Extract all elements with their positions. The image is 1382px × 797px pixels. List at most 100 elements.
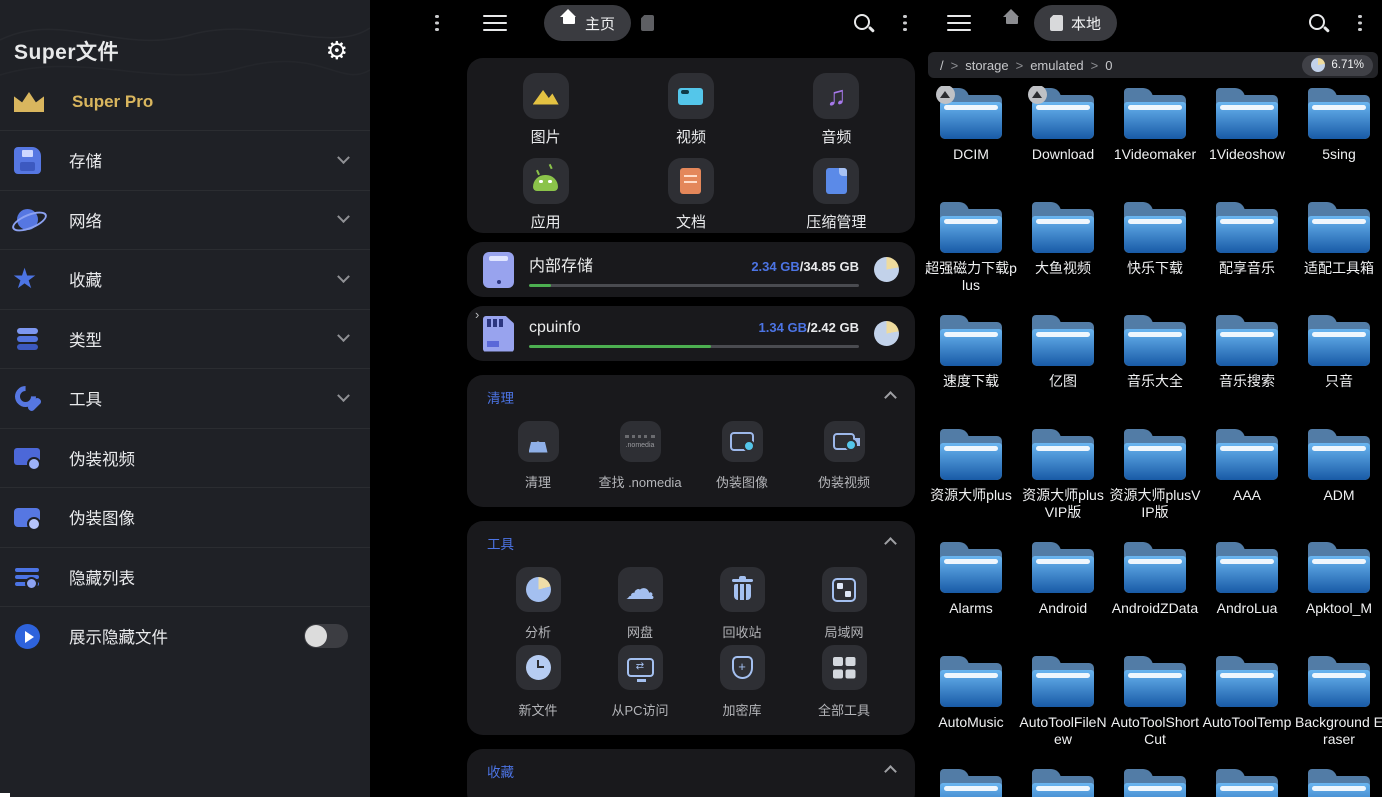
search-icon[interactable] <box>1308 13 1328 33</box>
collapse-chevron-icon[interactable] <box>884 765 897 778</box>
folder-item[interactable]: 速度下载 <box>925 315 1017 429</box>
category-item[interactable]: 音频 <box>764 73 909 149</box>
menu-burger-icon[interactable] <box>947 15 971 32</box>
show-hidden-toggle[interactable] <box>304 624 348 648</box>
breadcrumb-segment[interactable]: storage <box>965 58 1008 73</box>
folder-item[interactable]: 亿图 <box>1017 315 1109 429</box>
folder-item[interactable]: Alarms <box>925 542 1017 656</box>
tool-item[interactable]: 网盘 <box>589 567 691 641</box>
folder-item[interactable]: 快乐下载 <box>1109 202 1201 316</box>
folder-icon <box>1030 656 1096 709</box>
folder-item[interactable]: 配享音乐 <box>1201 202 1293 316</box>
menu-burger-icon[interactable] <box>483 15 507 32</box>
folder-item[interactable]: 大鱼视频 <box>1017 202 1109 316</box>
usage-badge[interactable]: 6.71% <box>1302 55 1373 76</box>
tool-item[interactable]: 加密库 <box>691 645 793 719</box>
folder-item[interactable]: ADM <box>1293 429 1382 543</box>
folder-icon <box>1214 315 1280 368</box>
clean-tool-item[interactable]: 清理 <box>487 421 589 491</box>
clean-tool-item[interactable]: 伪装视频 <box>793 421 895 491</box>
device-icon <box>483 316 514 352</box>
folder-name: ADM <box>1293 487 1382 505</box>
collapse-chevron-icon[interactable] <box>884 391 897 404</box>
clean-tool-item[interactable]: .nomedia 查找 .nomedia <box>589 421 691 491</box>
sidebar-item[interactable]: 伪装视频 <box>0 428 370 488</box>
sidebar-item[interactable]: 隐藏列表 <box>0 547 370 607</box>
category-icon <box>523 73 569 119</box>
toggle-knob <box>305 625 327 647</box>
tool-item[interactable]: 局域网 <box>793 567 895 641</box>
folder-item[interactable]: AutoToolShortCut <box>1109 656 1201 770</box>
pie-chart-icon[interactable] <box>874 321 899 346</box>
tool-item[interactable]: 新文件 <box>487 645 589 719</box>
sidebar-item[interactable]: 收藏 <box>0 249 370 309</box>
sidebar-item-label: 网络 <box>69 208 311 232</box>
folder-item[interactable]: 超强磁力下载plus <box>925 202 1017 316</box>
folder-item[interactable]: Background Eraser <box>1293 656 1382 770</box>
category-item[interactable]: 压缩管理 <box>764 158 909 234</box>
folder-item[interactable]: 1Videomaker <box>1109 88 1201 202</box>
folder-item[interactable]: 1Videoshow <box>1201 88 1293 202</box>
storage-card[interactable]: › cpuinfo 1.34 GB/2.42 GB <box>467 306 915 361</box>
category-item[interactable]: 应用 <box>473 158 618 234</box>
category-item[interactable]: 图片 <box>473 73 618 149</box>
sidebar-item[interactable]: 存储 <box>0 130 370 190</box>
folder-item[interactable]: AAA <box>1201 429 1293 543</box>
breadcrumb-root[interactable]: / <box>940 58 944 73</box>
folder-item[interactable] <box>925 769 1017 797</box>
category-item[interactable]: 视频 <box>618 73 763 149</box>
folder-item[interactable]: AutoToolTemp <box>1201 656 1293 770</box>
tool-item[interactable]: 全部工具 <box>793 645 895 719</box>
folder-item[interactable]: 音乐搜索 <box>1201 315 1293 429</box>
panel-kebab-icon[interactable] <box>435 15 439 32</box>
sidebar-item[interactable]: 工具 <box>0 368 370 428</box>
pie-chart-icon[interactable] <box>874 257 899 282</box>
folder-item[interactable] <box>1017 769 1109 797</box>
folder-item[interactable]: Apktool_M <box>1293 542 1382 656</box>
device-icon <box>483 252 514 288</box>
folder-item[interactable]: 只音 <box>1293 315 1382 429</box>
folder-item[interactable] <box>1109 769 1201 797</box>
folder-item[interactable] <box>1293 769 1382 797</box>
folder-item[interactable]: AutoToolFileNew <box>1017 656 1109 770</box>
sidebar-item[interactable]: 伪装图像 <box>0 487 370 547</box>
tab-local-mini-icon[interactable] <box>641 15 654 31</box>
tool-icon <box>822 567 867 612</box>
folder-item[interactable]: AutoMusic <box>925 656 1017 770</box>
folder-item[interactable]: Android <box>1017 542 1109 656</box>
clean-tool-item[interactable]: 伪装图像 <box>691 421 793 491</box>
sidebar-item[interactable]: 类型 <box>0 309 370 369</box>
overflow-kebab-icon[interactable] <box>1358 15 1362 32</box>
folder-item[interactable]: 音乐大全 <box>1109 315 1201 429</box>
folder-item[interactable]: 5sing <box>1293 88 1382 202</box>
folder-item[interactable] <box>1201 769 1293 797</box>
collapse-chevron-icon[interactable] <box>884 537 897 550</box>
tool-item[interactable]: 分析 <box>487 567 589 641</box>
folder-item[interactable]: 资源大师plus VIP版 <box>1017 429 1109 543</box>
folder-item[interactable]: 适配工具箱 <box>1293 202 1382 316</box>
folder-item[interactable]: Download <box>1017 88 1109 202</box>
sidebar-item[interactable]: 网络 <box>0 190 370 250</box>
breadcrumb-segment[interactable]: 0 <box>1105 58 1112 73</box>
storage-card[interactable]: 内部存储 2.34 GB/34.85 GB <box>467 242 915 297</box>
tab-local[interactable]: 本地 <box>1034 5 1117 41</box>
search-icon[interactable] <box>853 13 873 33</box>
settings-gear-icon[interactable]: ⚙ <box>326 39 348 64</box>
tab-home[interactable]: 主页 <box>544 5 631 41</box>
tool-item[interactable]: 回收站 <box>691 567 793 641</box>
clean-tool-icon: .nomedia <box>620 421 661 462</box>
expand-chevron-icon[interactable]: › <box>475 307 479 322</box>
folder-item[interactable]: 资源大师plusVIP版 <box>1109 429 1201 543</box>
folder-item[interactable]: DCIM <box>925 88 1017 202</box>
folder-item[interactable]: AndroidZData <box>1109 542 1201 656</box>
home-tab-icon[interactable] <box>1003 16 1020 31</box>
home-scroll-area[interactable]: 图片 视频 音频 应用 <box>467 46 915 797</box>
overflow-kebab-icon[interactable] <box>903 15 907 32</box>
folder-item[interactable]: 资源大师plus <box>925 429 1017 543</box>
folder-icon <box>1122 88 1188 141</box>
chevron-down-icon <box>337 151 350 164</box>
tool-item[interactable]: 从PC访问 <box>589 645 691 719</box>
folder-item[interactable]: AndroLua <box>1201 542 1293 656</box>
category-item[interactable]: 文档 <box>618 158 763 234</box>
breadcrumb-segment[interactable]: emulated <box>1030 58 1083 73</box>
